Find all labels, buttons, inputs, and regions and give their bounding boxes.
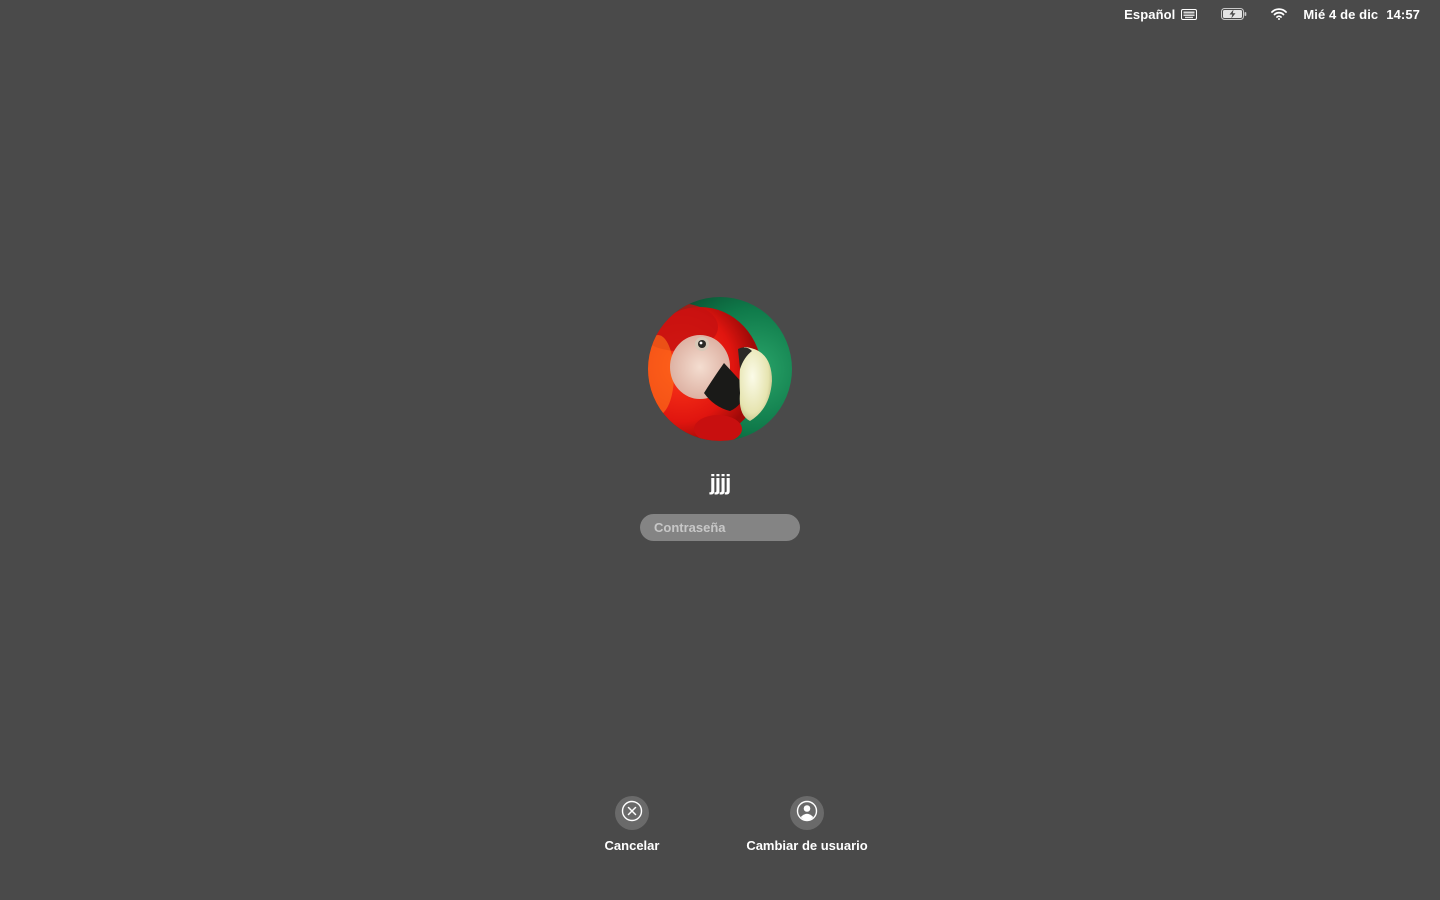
battery-charging-icon xyxy=(1221,8,1247,20)
cancel-x-icon xyxy=(621,800,643,827)
cancel-button[interactable]: Cancelar xyxy=(582,796,682,853)
clock[interactable]: Mié 4 de dic 14:57 xyxy=(1303,7,1420,22)
wifi-icon xyxy=(1271,8,1288,20)
date-label: Mié 4 de dic xyxy=(1303,6,1379,22)
time-label: 14:57 xyxy=(1386,6,1420,22)
input-language-menu[interactable]: Español xyxy=(1124,6,1198,22)
switch-user-button[interactable]: Cambiar de usuario xyxy=(737,796,877,853)
user-avatar[interactable] xyxy=(648,297,792,441)
input-language-label: Español xyxy=(1124,6,1176,22)
menu-bar: Español Mié 4 de dic 14:57 xyxy=(1110,0,1440,28)
keyboard-icon xyxy=(1181,8,1198,20)
cancel-label: Cancelar xyxy=(604,838,660,853)
cancel-button-circle[interactable] xyxy=(615,796,649,830)
wifi-status[interactable] xyxy=(1271,8,1288,20)
password-field[interactable] xyxy=(640,514,800,541)
username-label: jjjj xyxy=(709,470,731,495)
user-circle-icon xyxy=(796,800,818,827)
battery-status[interactable] xyxy=(1221,8,1247,20)
switch-user-button-circle[interactable] xyxy=(790,796,824,830)
switch-user-label: Cambiar de usuario xyxy=(746,838,868,853)
parrot-avatar xyxy=(648,297,792,441)
